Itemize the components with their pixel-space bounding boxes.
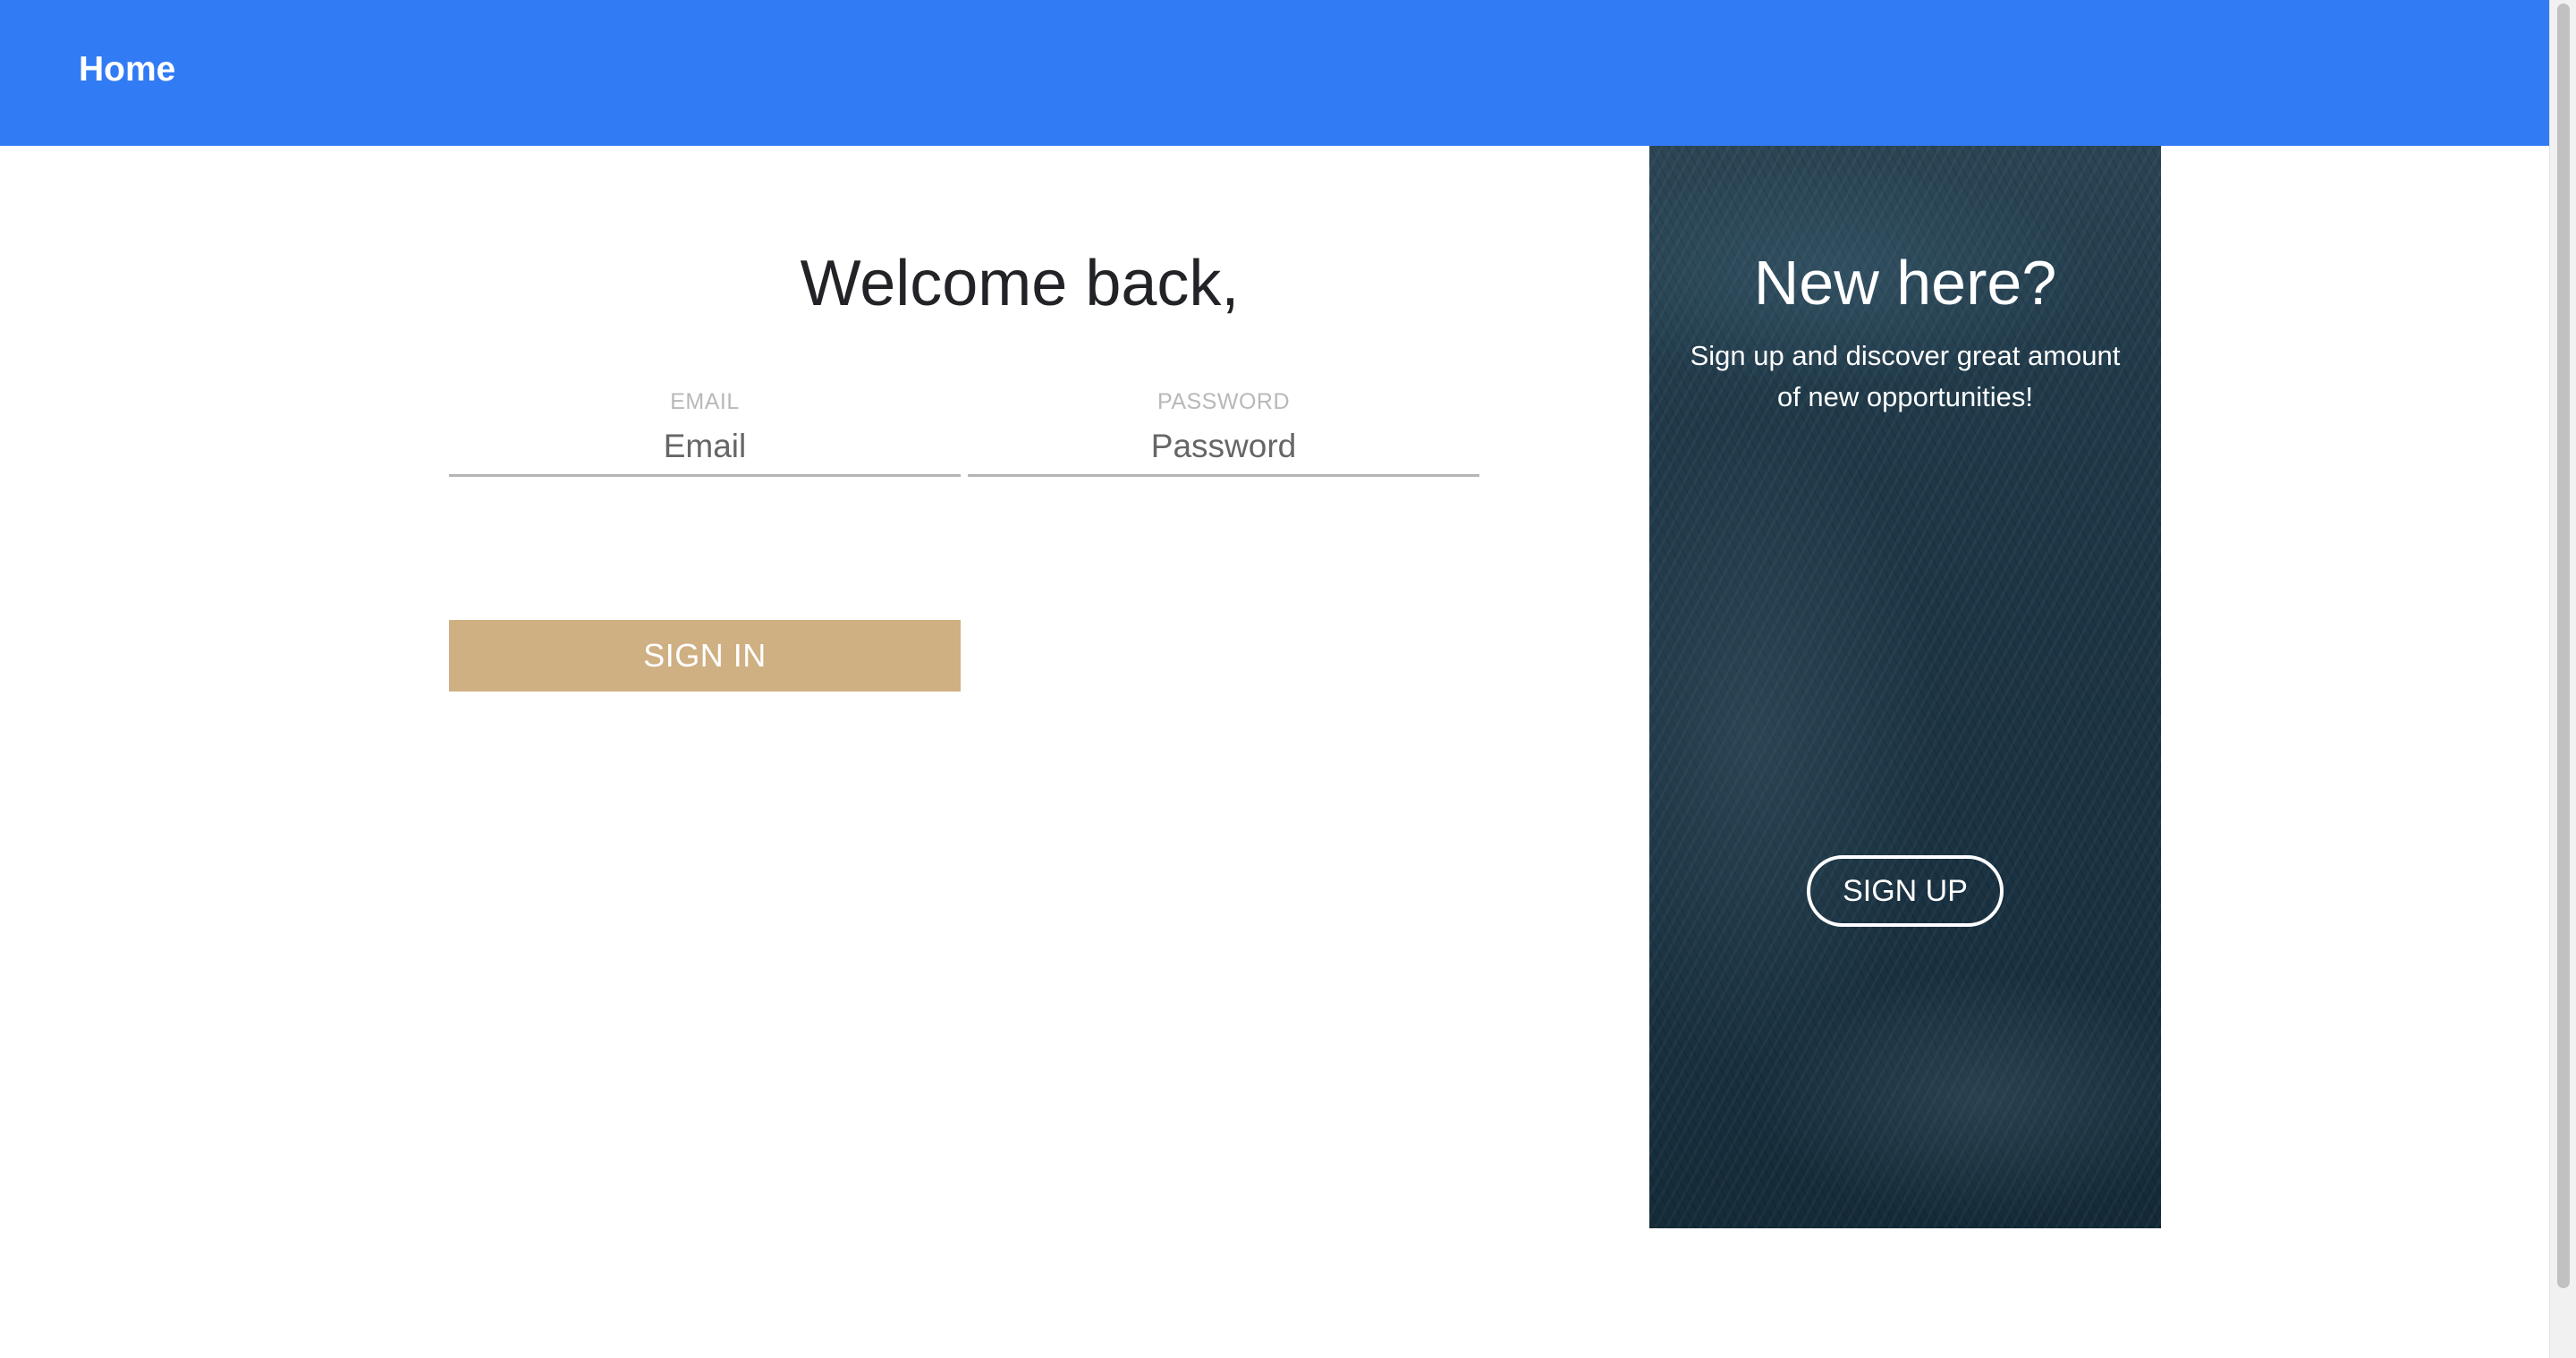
signup-promo-panel: New here? Sign up and discover great amo… xyxy=(1649,146,2161,1228)
password-label: PASSWORD xyxy=(1157,389,1290,414)
email-label: EMAIL xyxy=(670,389,740,414)
top-navbar: Home xyxy=(0,0,2549,146)
sign-up-button[interactable]: SIGN UP xyxy=(1807,855,2004,927)
email-input[interactable] xyxy=(449,419,961,477)
password-field-group: PASSWORD xyxy=(968,385,1479,478)
page-scrollbar[interactable] xyxy=(2549,0,2576,1358)
promo-title: New here? xyxy=(1753,248,2057,318)
nav-home-link[interactable]: Home xyxy=(79,43,175,97)
password-input[interactable] xyxy=(968,419,1479,477)
sign-in-button[interactable]: SIGN IN xyxy=(449,620,961,692)
promo-text: Sign up and discover great amount of new… xyxy=(1690,340,2121,412)
page: Home Welcome back, EMAIL PASSWORD SIGN I… xyxy=(0,0,2576,1358)
email-field-group: EMAIL xyxy=(449,385,961,478)
welcome-title: Welcome back, xyxy=(800,248,1240,319)
scrollbar-thumb[interactable] xyxy=(2557,4,2570,1288)
